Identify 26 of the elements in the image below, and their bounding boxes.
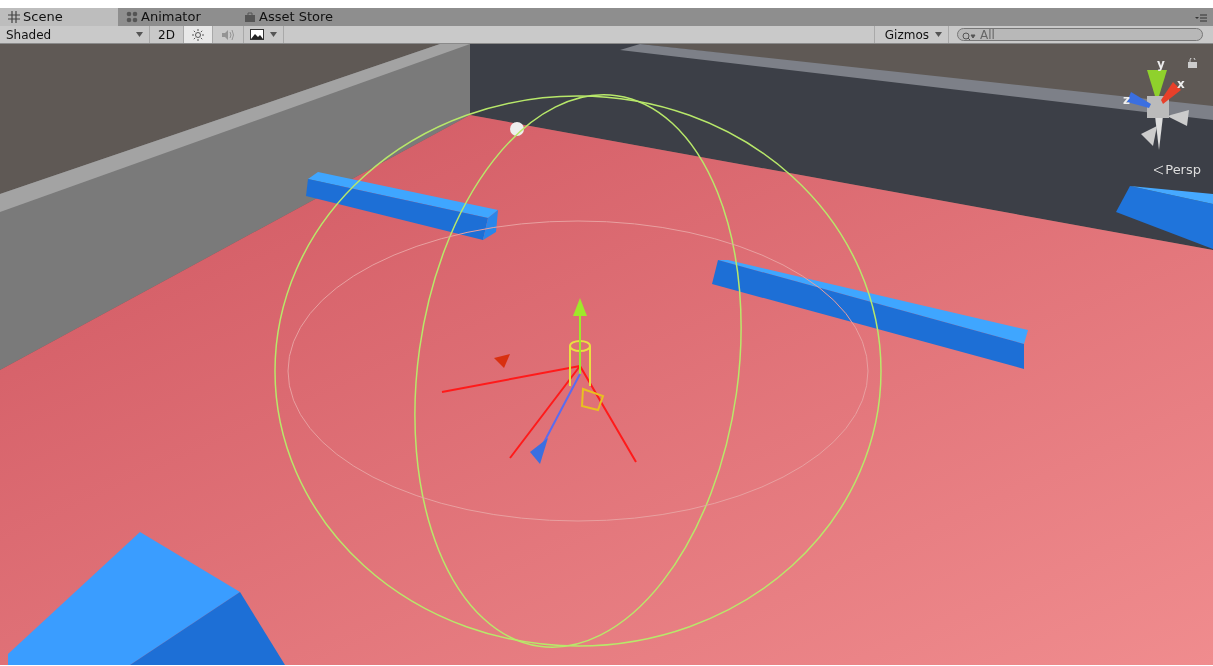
lighting-toggle[interactable] <box>183 26 213 43</box>
tab[interactable]: Scene <box>0 8 118 26</box>
chevron-icon[interactable] <box>1153 164 1164 175</box>
grid-icon <box>8 11 20 23</box>
sun-icon <box>191 28 204 41</box>
gizmos-dropdown[interactable]: Gizmos <box>874 26 949 43</box>
search-icon <box>962 32 976 42</box>
image-icon <box>249 29 264 40</box>
nodes-icon <box>126 11 138 23</box>
caret-icon <box>136 32 143 37</box>
axis-label: z <box>1123 93 1130 107</box>
caret-icon <box>935 32 942 37</box>
axis-cone[interactable] <box>1147 70 1167 96</box>
caret-icon <box>269 32 277 37</box>
bag-icon <box>244 11 256 23</box>
axis-label: x <box>1177 77 1185 91</box>
tab[interactable]: Animator <box>118 8 236 26</box>
2d-toggle[interactable]: 2D <box>150 26 184 43</box>
tab[interactable]: Asset Store <box>236 8 354 26</box>
search-field[interactable]: All <box>957 28 1203 41</box>
lock-icon[interactable] <box>1188 58 1197 68</box>
draw-mode-dropdown[interactable]: Shaded <box>0 26 150 43</box>
projection-label[interactable]: Persp <box>1165 160 1201 180</box>
ball <box>510 122 524 136</box>
axis-label: y <box>1157 57 1165 71</box>
speaker-icon <box>220 28 235 41</box>
